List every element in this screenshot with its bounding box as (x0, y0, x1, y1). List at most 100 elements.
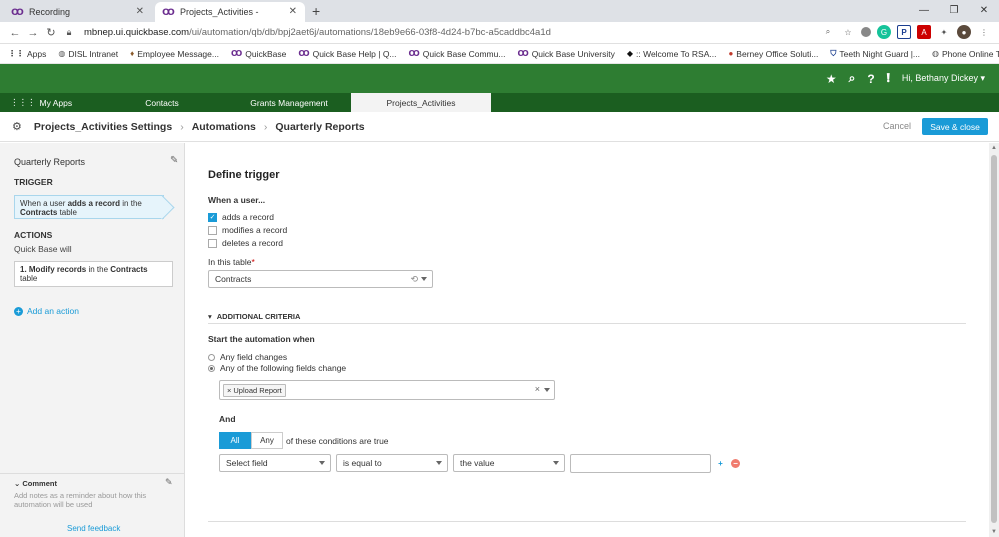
edit-pencil-icon[interactable]: ✎ (170, 155, 178, 166)
fields-multiselect[interactable]: × Upload Report × (219, 380, 555, 400)
close-window-icon[interactable]: ✕ (969, 0, 999, 22)
field-chip: × Upload Report (223, 384, 286, 397)
when-user-label: When a user... (208, 195, 266, 205)
bookmark-star-icon[interactable]: ☆ (841, 25, 855, 39)
favorites-star-icon[interactable]: ★ (826, 72, 837, 86)
condition-field-select[interactable]: Select field (219, 454, 331, 472)
trigger-card[interactable]: When a user adds a record in the Contrac… (14, 195, 164, 219)
app-tab-grants[interactable]: Grants Management (227, 93, 351, 112)
remove-condition-icon[interactable]: − (731, 459, 740, 468)
browser-tab-projects[interactable]: Ꝏ Projects_Activities - ✕ (155, 2, 305, 22)
checkbox-modifies-record[interactable]: modifies a record (208, 225, 287, 235)
extension-icon[interactable] (861, 27, 871, 37)
remove-chip-icon[interactable]: × (227, 386, 231, 395)
profile-avatar[interactable]: ● (957, 25, 971, 39)
additional-criteria-toggle[interactable]: ▾ ADDITIONAL CRITERIA (208, 312, 300, 321)
table-label-text: In this table (208, 257, 252, 267)
checkbox-label: deletes a record (222, 238, 283, 248)
acrobat-extension-icon[interactable]: A (917, 25, 931, 39)
quickbase-logo-icon: Ꝏ (517, 49, 529, 58)
app-tab-projects[interactable]: Projects_Activities (351, 93, 491, 112)
browser-tab-recording[interactable]: Ꝏ Recording ✕ (4, 2, 152, 22)
comment-placeholder[interactable]: Add notes as a reminder about how this a… (14, 491, 164, 509)
trigger-form: Define trigger When a user... ✓ adds a r… (186, 143, 989, 537)
bookmark-item[interactable]: ♦ Employee Message... (130, 49, 219, 59)
table-select[interactable]: Contracts ⟲ (208, 270, 433, 288)
extensions-puzzle-icon[interactable]: ✦ (937, 25, 951, 39)
bookmark-item[interactable]: ◆:: Welcome To RSA... (627, 49, 717, 59)
bookmark-item[interactable]: Ꝏ QuickBase (231, 49, 286, 59)
header-actions: ★ ⌕ ? ❗︎ Hi, Bethany Dickey ▾ (826, 71, 985, 86)
bookmark-label: Quick Base University (531, 48, 615, 59)
help-icon[interactable]: ? (867, 72, 874, 86)
cancel-button[interactable]: Cancel (883, 121, 911, 131)
browser-menu-icon[interactable]: ⋮ (977, 25, 991, 39)
bookmark-item[interactable]: ⛉ Teeth Night Guard |... (830, 49, 920, 59)
checkbox-adds-record[interactable]: ✓ adds a record (208, 212, 274, 222)
radio-following-fields[interactable]: Any of the following fields change (208, 363, 346, 373)
search-icon[interactable]: ⌕ (849, 71, 856, 86)
settings-bar: ⚙ Projects_Activities Settings › Automat… (0, 112, 999, 142)
my-apps-button[interactable]: ⋮⋮⋮ My Apps (0, 97, 80, 108)
scrollbar-thumb[interactable] (991, 155, 997, 523)
all-button[interactable]: All (219, 432, 251, 449)
tab-label: Grants Management (250, 97, 328, 108)
alert-icon[interactable]: ❗︎ (887, 71, 890, 86)
back-icon[interactable]: ← (6, 27, 24, 39)
bookmark-item[interactable]: ◍Phone Online Tech... (932, 49, 999, 59)
quickbase-logo-icon: Ꝏ (408, 49, 420, 58)
comment-heading[interactable]: ⌄ Comment (14, 479, 57, 488)
send-feedback-link[interactable]: Send feedback (67, 524, 120, 533)
new-tab-icon[interactable]: + (312, 3, 320, 19)
scrollbar[interactable]: ▲ ▼ (989, 143, 999, 537)
breadcrumb-automations[interactable]: Automations (192, 121, 256, 133)
edit-pencil-icon[interactable]: ✎ (165, 477, 173, 488)
any-button[interactable]: Any (251, 432, 283, 449)
gear-icon[interactable]: ⚙ (12, 120, 22, 133)
additional-criteria-label: ADDITIONAL CRITERIA (216, 312, 301, 321)
condition-operator-select[interactable]: is equal to (336, 454, 448, 472)
add-condition-icon[interactable]: + (716, 459, 725, 468)
radio-any-field[interactable]: Any field changes (208, 352, 287, 362)
condition-value-type-select[interactable]: the value (453, 454, 565, 472)
user-menu[interactable]: Hi, Bethany Dickey ▾ (902, 73, 985, 84)
close-tab-icon[interactable]: ✕ (136, 6, 144, 17)
clear-icon[interactable]: × (535, 384, 540, 394)
tab-label: Projects_Activities (386, 97, 456, 108)
restore-icon[interactable]: ❐ (939, 0, 969, 22)
bookmark-item[interactable]: ◍ DISL Intranet (58, 49, 118, 59)
automation-name: Quarterly Reports (14, 157, 86, 167)
bookmark-item[interactable]: Ꝏ Quick Base Help | Q... (298, 49, 396, 59)
tab-label: Projects_Activities - (180, 7, 259, 17)
action-text-table: Contracts (110, 265, 148, 274)
automation-sidebar: Quarterly Reports ✎ TRIGGER When a user … (0, 143, 185, 537)
breadcrumb-settings[interactable]: Projects_Activities Settings (34, 121, 172, 133)
action-card[interactable]: 1. Modify records in the Contracts table (14, 261, 173, 287)
url-field[interactable]: mbnep.ui.quickbase.com/ui/automation/qb/… (84, 27, 551, 38)
bookmark-item[interactable]: Ꝏ Quick Base University (517, 49, 614, 59)
bookmark-item[interactable]: ● Berney Office Soluti... (728, 49, 818, 59)
bookmark-item[interactable]: Ꝏ Quick Base Commu... (409, 49, 506, 59)
breadcrumb: Projects_Activities Settings › Automatio… (34, 121, 365, 133)
berney-icon: ● (728, 49, 734, 58)
minimize-icon[interactable]: — (909, 0, 939, 22)
scroll-up-icon[interactable]: ▲ (991, 145, 997, 151)
extension-p-icon[interactable]: P (897, 25, 911, 39)
save-close-button[interactable]: Save & close (922, 118, 988, 135)
close-tab-icon[interactable]: ✕ (289, 6, 297, 17)
condition-value-input[interactable] (570, 454, 711, 473)
add-action-button[interactable]: + Add an action (14, 306, 79, 316)
bookmark-apps[interactable]: ⋮⋮ Apps (8, 49, 46, 59)
radio-label: Any field changes (220, 352, 288, 362)
trigger-text-mid: in the (120, 199, 142, 208)
forward-icon[interactable]: → (24, 27, 42, 39)
checkbox-deletes-record[interactable]: deletes a record (208, 238, 283, 248)
grammarly-extension-icon[interactable]: G (877, 25, 891, 39)
page-title: Quarterly Reports (275, 120, 365, 133)
chevron-down-icon (553, 461, 559, 465)
reload-icon[interactable]: ↻ (42, 26, 60, 39)
zoom-icon[interactable]: ⌕ (821, 25, 835, 39)
app-tab-contacts[interactable]: Contacts (97, 93, 227, 112)
lock-icon[interactable]: 🔒︎ (60, 27, 78, 38)
scroll-down-icon[interactable]: ▼ (991, 529, 997, 535)
